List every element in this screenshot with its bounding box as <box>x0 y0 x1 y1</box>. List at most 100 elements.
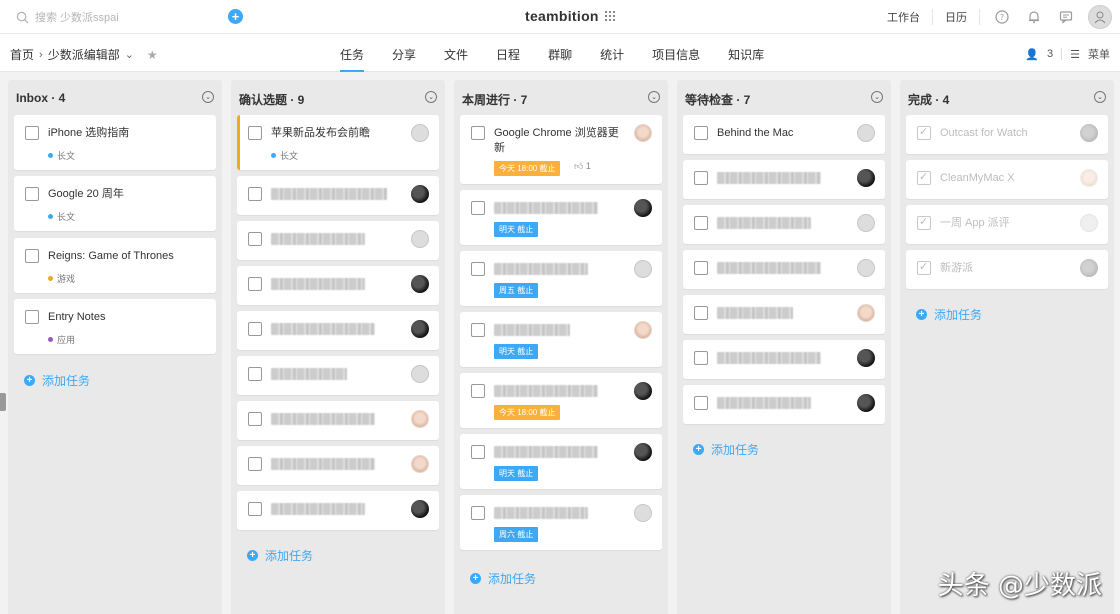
menu-list-icon[interactable]: ☰ <box>1070 48 1080 61</box>
column-menu-chevron-icon[interactable]: ⌄ <box>202 91 214 103</box>
task-card[interactable] <box>683 160 885 199</box>
chevron-down-icon[interactable]: ⌄ <box>125 48 134 61</box>
breadcrumb-home[interactable]: 首页 <box>10 46 34 63</box>
assignee-avatar[interactable] <box>411 455 429 473</box>
task-card[interactable] <box>237 401 439 440</box>
like-count[interactable]: 👍︎ 1 <box>574 161 591 172</box>
assignee-avatar[interactable] <box>634 321 652 339</box>
tab-files[interactable]: 文件 <box>434 34 478 72</box>
task-checkbox[interactable] <box>248 457 262 471</box>
star-icon[interactable]: ★ <box>147 48 158 62</box>
workbench-link[interactable]: 工作台 <box>875 9 933 25</box>
task-checkbox[interactable] <box>471 126 485 140</box>
assignee-avatar[interactable] <box>634 504 652 522</box>
assignee-avatar[interactable] <box>857 169 875 187</box>
task-checkbox[interactable] <box>248 502 262 516</box>
task-card[interactable]: iPhone 选购指南 长文 <box>14 115 216 170</box>
quick-add-button[interactable]: + <box>228 9 243 24</box>
assignee-avatar[interactable] <box>1080 214 1098 232</box>
tab-knowledge-base[interactable]: 知识库 <box>718 34 774 72</box>
task-card[interactable]: CleanMyMac X <box>906 160 1108 199</box>
assignee-avatar[interactable] <box>411 365 429 383</box>
task-checkbox[interactable] <box>694 171 708 185</box>
task-checkbox[interactable] <box>248 412 262 426</box>
members-icon[interactable]: 👤 <box>1025 48 1039 61</box>
task-checkbox[interactable] <box>471 323 485 337</box>
task-card[interactable]: Behind the Mac <box>683 115 885 154</box>
task-card[interactable]: 明天 截止 <box>460 190 662 245</box>
task-card[interactable] <box>237 176 439 215</box>
task-checkbox[interactable] <box>471 506 485 520</box>
task-card[interactable] <box>683 385 885 424</box>
task-checkbox[interactable] <box>25 249 39 263</box>
add-task-button[interactable]: + 添加任务 <box>693 441 759 458</box>
assignee-avatar[interactable] <box>411 124 429 142</box>
tab-tasks[interactable]: 任务 <box>330 34 374 72</box>
task-checkbox[interactable] <box>25 187 39 201</box>
task-checkbox[interactable] <box>248 232 262 246</box>
task-checkbox-checked[interactable] <box>917 215 931 230</box>
assignee-avatar[interactable] <box>634 382 652 400</box>
task-card[interactable]: Outcast for Watch <box>906 115 1108 154</box>
task-checkbox[interactable] <box>694 126 708 140</box>
task-card[interactable]: Google Chrome 浏览器更新 今天 18:00 截止 👍︎ 1 <box>460 115 662 184</box>
tab-share[interactable]: 分享 <box>382 34 426 72</box>
assignee-avatar[interactable] <box>411 320 429 338</box>
task-card[interactable]: 周六 截止 <box>460 495 662 550</box>
task-card[interactable] <box>683 340 885 379</box>
column-menu-chevron-icon[interactable]: ⌄ <box>648 91 660 103</box>
task-checkbox-checked[interactable] <box>917 260 931 275</box>
task-checkbox[interactable] <box>694 306 708 320</box>
task-card[interactable]: 今天 18:00 截止 <box>460 373 662 428</box>
task-checkbox[interactable] <box>248 187 262 201</box>
task-checkbox[interactable] <box>694 216 708 230</box>
sidebar-drag-handle[interactable] <box>0 393 6 411</box>
column-menu-chevron-icon[interactable]: ⌄ <box>871 91 883 103</box>
assignee-avatar[interactable] <box>411 410 429 428</box>
help-icon[interactable]: ? <box>986 10 1018 24</box>
task-card[interactable]: Google 20 周年 长文 <box>14 176 216 231</box>
task-card[interactable]: 明天 截止 <box>460 312 662 367</box>
assignee-avatar[interactable] <box>1080 124 1098 142</box>
member-count[interactable]: 3 <box>1047 48 1053 60</box>
task-card[interactable] <box>237 221 439 260</box>
task-checkbox-checked[interactable] <box>917 170 931 185</box>
assignee-avatar[interactable] <box>634 443 652 461</box>
assignee-avatar[interactable] <box>1080 259 1098 277</box>
task-checkbox[interactable] <box>694 396 708 410</box>
column-menu-chevron-icon[interactable]: ⌄ <box>1094 91 1106 103</box>
assignee-avatar[interactable] <box>411 185 429 203</box>
apps-grid-icon[interactable] <box>604 11 615 21</box>
menu-button[interactable]: 菜单 <box>1088 46 1110 62</box>
tab-project-info[interactable]: 项目信息 <box>642 34 710 72</box>
task-checkbox[interactable] <box>471 201 485 215</box>
task-checkbox[interactable] <box>471 445 485 459</box>
assignee-avatar[interactable] <box>411 275 429 293</box>
breadcrumb-project[interactable]: 少数派编辑部 <box>48 46 120 63</box>
assignee-avatar[interactable] <box>634 260 652 278</box>
task-checkbox[interactable] <box>248 367 262 381</box>
task-checkbox[interactable] <box>248 126 262 140</box>
task-card[interactable]: Entry Notes 应用 <box>14 299 216 354</box>
assignee-avatar[interactable] <box>411 500 429 518</box>
task-card[interactable] <box>683 205 885 244</box>
tab-group-chat[interactable]: 群聊 <box>538 34 582 72</box>
task-card[interactable] <box>683 295 885 334</box>
column-menu-chevron-icon[interactable]: ⌄ <box>425 91 437 103</box>
add-task-button[interactable]: + 添加任务 <box>24 372 90 389</box>
task-card[interactable] <box>237 311 439 350</box>
task-checkbox[interactable] <box>694 261 708 275</box>
task-checkbox[interactable] <box>471 384 485 398</box>
tab-stats[interactable]: 统计 <box>590 34 634 72</box>
assignee-avatar[interactable] <box>857 214 875 232</box>
task-checkbox-checked[interactable] <box>917 125 931 140</box>
task-card[interactable]: 苹果新品发布会前瞻 长文 <box>237 115 439 170</box>
assignee-avatar[interactable] <box>857 304 875 322</box>
add-task-button[interactable]: + 添加任务 <box>470 570 536 587</box>
task-checkbox[interactable] <box>25 126 39 140</box>
assignee-avatar[interactable] <box>857 349 875 367</box>
task-checkbox[interactable] <box>248 322 262 336</box>
assignee-avatar[interactable] <box>1080 169 1098 187</box>
assignee-avatar[interactable] <box>857 259 875 277</box>
task-checkbox[interactable] <box>25 310 39 324</box>
